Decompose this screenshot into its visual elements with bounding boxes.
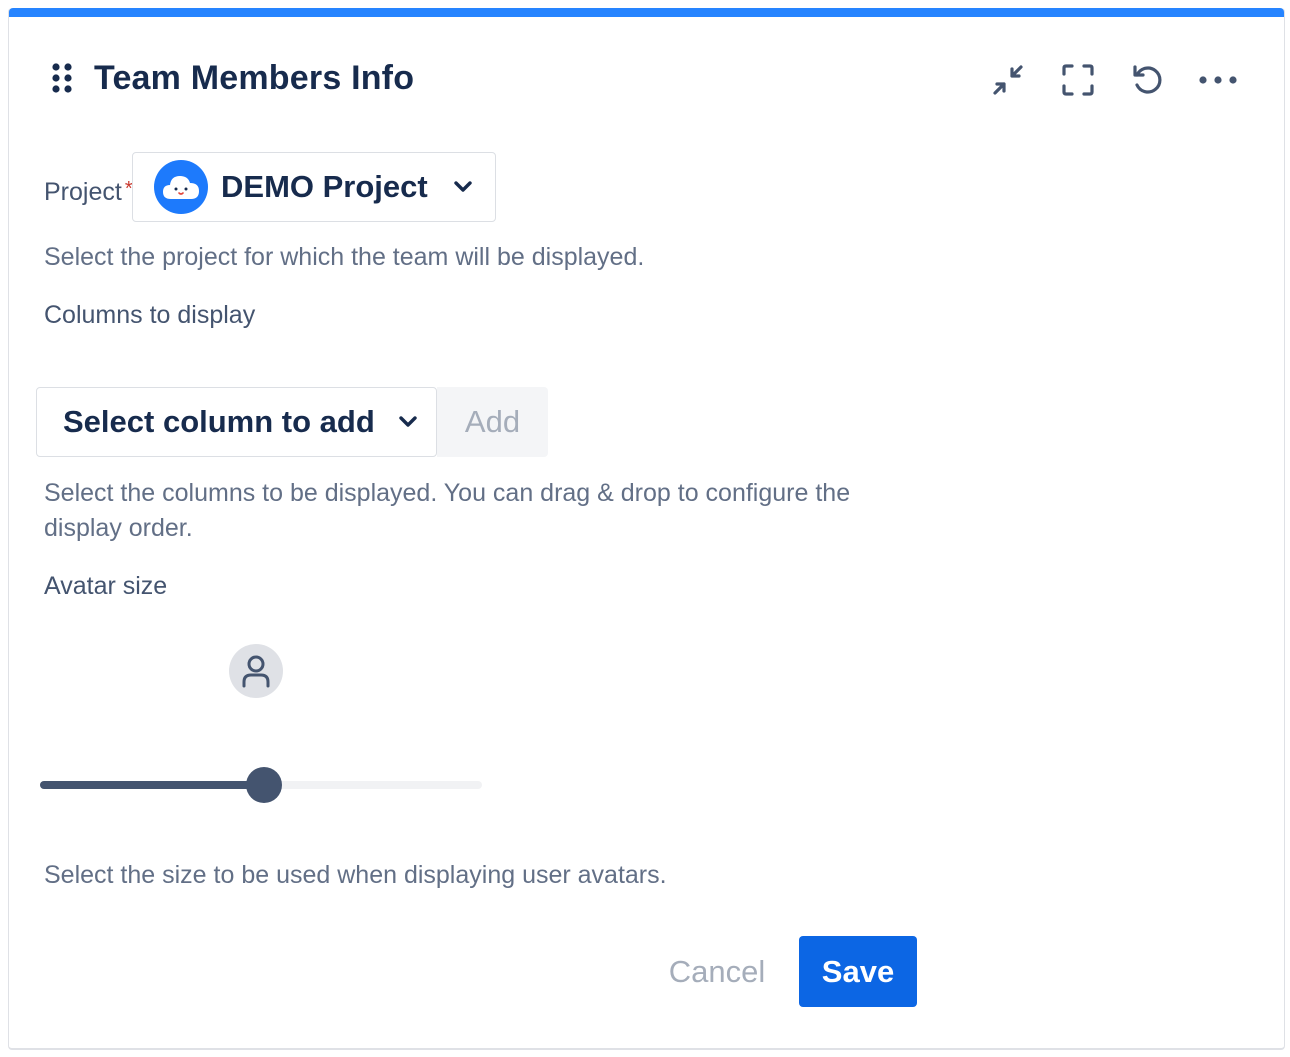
- refresh-button[interactable]: [1124, 60, 1172, 100]
- cloud-icon: [163, 176, 199, 199]
- user-avatar-icon: [242, 655, 270, 688]
- add-column-button[interactable]: Add: [437, 387, 548, 457]
- columns-help-text: Select the columns to be displayed. You …: [44, 476, 850, 546]
- accent-bar: [9, 8, 1284, 17]
- project-label: Project *: [44, 178, 133, 207]
- gadget-header: Team Members Info: [50, 56, 414, 100]
- project-label-text: Project: [44, 178, 122, 206]
- columns-label: Columns to display: [44, 301, 256, 329]
- cancel-button[interactable]: Cancel: [660, 937, 774, 1007]
- slider-thumb[interactable]: [246, 767, 282, 803]
- slider-fill: [40, 781, 261, 789]
- column-select-placeholder: Select column to add: [63, 404, 375, 439]
- columns-help-line-1: Select the columns to be displayed. You …: [44, 479, 851, 507]
- save-button[interactable]: Save: [799, 936, 917, 1007]
- project-select[interactable]: DEMO Project: [132, 152, 496, 222]
- project-help-text: Select the project for which the team wi…: [44, 243, 645, 271]
- fullscreen-button[interactable]: [1054, 60, 1102, 100]
- more-button[interactable]: [1194, 60, 1242, 100]
- columns-help-line-2: display order.: [44, 514, 193, 542]
- more-icon: [1199, 76, 1237, 84]
- header-actions: [984, 60, 1242, 100]
- page-title: Team Members Info: [94, 58, 415, 97]
- avatar-preview: [229, 644, 283, 698]
- fullscreen-icon: [1062, 64, 1094, 96]
- project-avatar: [154, 160, 208, 214]
- project-select-value: DEMO Project: [221, 169, 428, 204]
- minimize-icon: [993, 65, 1023, 95]
- drag-handle-icon[interactable]: [50, 60, 74, 96]
- chevron-down-icon: [399, 416, 417, 427]
- refresh-icon: [1133, 65, 1162, 94]
- avatar-size-slider[interactable]: [40, 766, 482, 804]
- minimize-button[interactable]: [984, 60, 1032, 100]
- avatar-size-help-text: Select the size to be used when displayi…: [44, 861, 667, 889]
- chevron-down-icon: [454, 181, 472, 192]
- avatar-size-label: Avatar size: [44, 572, 168, 600]
- column-select[interactable]: Select column to add: [36, 387, 437, 457]
